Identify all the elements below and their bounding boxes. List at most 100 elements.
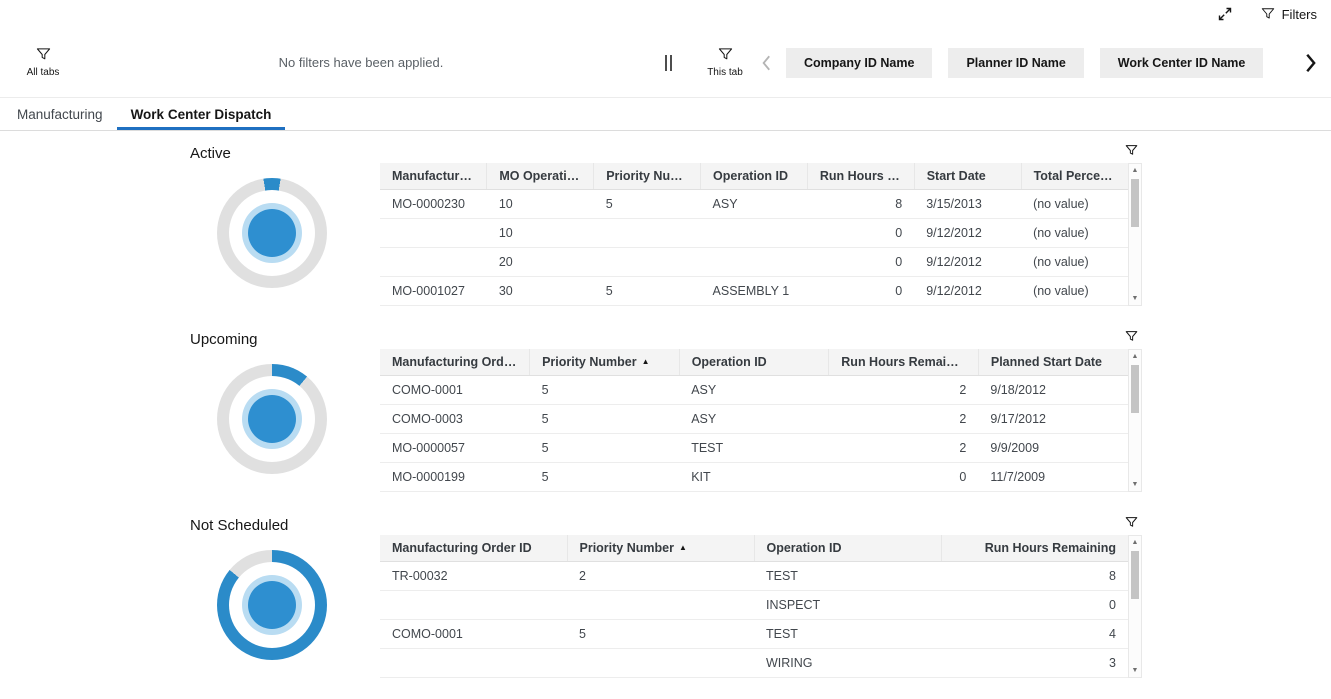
chevron-right-icon[interactable]: [1299, 52, 1321, 74]
expand-icon[interactable]: [1217, 6, 1233, 22]
table-row[interactable]: 1009/12/2012(no value): [380, 219, 1128, 248]
column-header[interactable]: Run Hours Re...: [807, 163, 914, 190]
scroll-down-icon[interactable]: ▼: [1129, 664, 1141, 677]
filter-bar-this-tab-panel: This tab Company ID Name Planner ID Name…: [674, 28, 1331, 97]
sort-ascending-icon: ▲: [642, 357, 650, 366]
table-cell: 9/9/2009: [978, 434, 1128, 463]
table-cell: TR-00032: [380, 562, 567, 591]
filter-chip-list: Company ID Name Planner ID Name Work Cen…: [786, 48, 1289, 78]
table-cell: COMO-0003: [380, 405, 530, 434]
table-cell: [380, 591, 567, 620]
table-row[interactable]: MO-0000230105ASY83/15/2013(no value): [380, 190, 1128, 219]
column-header[interactable]: Manufacturing Order ID: [380, 349, 530, 376]
table-row[interactable]: COMO-00035ASY29/17/2012: [380, 405, 1128, 434]
table-cell: COMO-0001: [380, 376, 530, 405]
table-cell: MO-0000230: [380, 190, 487, 219]
column-header[interactable]: Start Date: [914, 163, 1021, 190]
table-cell: MO-0000199: [380, 463, 530, 492]
table-cell: 9/12/2012: [914, 277, 1021, 306]
filter-chip-company-id-name[interactable]: Company ID Name: [786, 48, 932, 78]
scroll-up-icon[interactable]: ▲: [1129, 536, 1141, 549]
table-row[interactable]: MO-00000575TEST29/9/2009: [380, 434, 1128, 463]
active-table: Manufacturing ...MO Operation ...Priorit…: [380, 163, 1128, 306]
filter-chip-planner-id-name[interactable]: Planner ID Name: [948, 48, 1083, 78]
table-cell: [380, 219, 487, 248]
funnel-icon: [36, 47, 51, 62]
table-cell: [380, 649, 567, 678]
table-cell: 30: [487, 277, 594, 306]
this-tab-filter-button[interactable]: This tab: [702, 47, 748, 78]
column-header[interactable]: MO Operation ...: [487, 163, 594, 190]
table-cell: MO-0000057: [380, 434, 530, 463]
column-header[interactable]: Priority Number▲: [530, 349, 680, 376]
table-cell: 0: [807, 277, 914, 306]
column-header[interactable]: Run Hours Remaining: [941, 535, 1128, 562]
filters-button[interactable]: Filters: [1261, 7, 1317, 22]
column-header[interactable]: Manufacturing Order ID: [380, 535, 567, 562]
table-filter-icon[interactable]: [1125, 143, 1138, 157]
filter-bar-all-tabs-panel: All tabs No filters have been applied.: [0, 28, 662, 97]
table-cell: 10: [487, 219, 594, 248]
table-cell: 11/7/2009: [978, 463, 1128, 492]
filter-chip-work-center-id-name[interactable]: Work Center ID Name: [1100, 48, 1264, 78]
table-cell: KIT: [679, 463, 829, 492]
table-cell: ASY: [679, 405, 829, 434]
tab-manufacturing[interactable]: Manufacturing: [17, 98, 117, 130]
table-filter-icon[interactable]: [1125, 515, 1138, 529]
table-filter-icon[interactable]: [1125, 329, 1138, 343]
donut-hole: [229, 562, 315, 648]
scroll-up-icon[interactable]: ▲: [1129, 350, 1141, 363]
table-cell: 9/17/2012: [978, 405, 1128, 434]
table-cell: 8: [941, 562, 1128, 591]
column-header[interactable]: Manufacturing ...: [380, 163, 487, 190]
table-cell: 0: [829, 463, 979, 492]
table-row[interactable]: WIRING3: [380, 649, 1128, 678]
filters-label: Filters: [1282, 7, 1317, 22]
column-header[interactable]: Priority Number▲: [567, 535, 754, 562]
table-row[interactable]: 2009/12/2012(no value): [380, 248, 1128, 277]
table-cell: MO-0001027: [380, 277, 487, 306]
table-cell: 5: [530, 434, 680, 463]
scrollbar-thumb[interactable]: [1131, 551, 1139, 599]
table-cell: 3: [941, 649, 1128, 678]
column-header[interactable]: Run Hours Remaining: [829, 349, 979, 376]
table-row[interactable]: COMO-00015TEST4: [380, 620, 1128, 649]
table-row[interactable]: TR-000322TEST8: [380, 562, 1128, 591]
table-cell: ASY: [679, 376, 829, 405]
vertical-scrollbar[interactable]: ▲ ▼: [1128, 349, 1142, 492]
table-cell: [380, 248, 487, 277]
donut-center: [248, 581, 296, 629]
vertical-scrollbar[interactable]: ▲ ▼: [1128, 163, 1142, 306]
scrollbar-thumb[interactable]: [1131, 365, 1139, 413]
scrollbar-thumb[interactable]: [1131, 179, 1139, 227]
table-cell: 2: [567, 562, 754, 591]
not-scheduled-table: Manufacturing Order IDPriority Number▲Op…: [380, 535, 1128, 678]
table-cell: 0: [807, 248, 914, 277]
table-row[interactable]: MO-0001027305ASSEMBLY 109/12/2012(no val…: [380, 277, 1128, 306]
vertical-scrollbar[interactable]: ▲ ▼: [1128, 535, 1142, 678]
table-row[interactable]: COMO-00015ASY29/18/2012: [380, 376, 1128, 405]
column-header[interactable]: Operation ID: [701, 163, 808, 190]
table-cell: 4: [941, 620, 1128, 649]
chevron-left-icon[interactable]: [758, 54, 776, 72]
table-cell: [594, 219, 701, 248]
sort-ascending-icon: ▲: [679, 543, 687, 552]
column-header[interactable]: Operation ID: [754, 535, 941, 562]
column-header[interactable]: Planned Start Date: [978, 349, 1128, 376]
table-row[interactable]: MO-00001995KIT011/7/2009: [380, 463, 1128, 492]
table-cell: (no value): [1021, 248, 1128, 277]
table-cell: [567, 591, 754, 620]
table-cell: ASY: [701, 190, 808, 219]
dashboard-content: Active Manufacturing ...MO Operation ...…: [0, 131, 1331, 699]
table-cell: 20: [487, 248, 594, 277]
tab-work-center-dispatch[interactable]: Work Center Dispatch: [117, 98, 286, 130]
scroll-down-icon[interactable]: ▼: [1129, 478, 1141, 491]
column-header[interactable]: Priority Numbe...: [594, 163, 701, 190]
table-row[interactable]: INSPECT0: [380, 591, 1128, 620]
scroll-down-icon[interactable]: ▼: [1129, 292, 1141, 305]
scroll-up-icon[interactable]: ▲: [1129, 164, 1141, 177]
column-header[interactable]: Operation ID: [679, 349, 829, 376]
column-header[interactable]: Total Percent C...: [1021, 163, 1128, 190]
tab-bar: Manufacturing Work Center Dispatch: [0, 98, 1331, 131]
panel-resize-handle[interactable]: [662, 54, 674, 72]
